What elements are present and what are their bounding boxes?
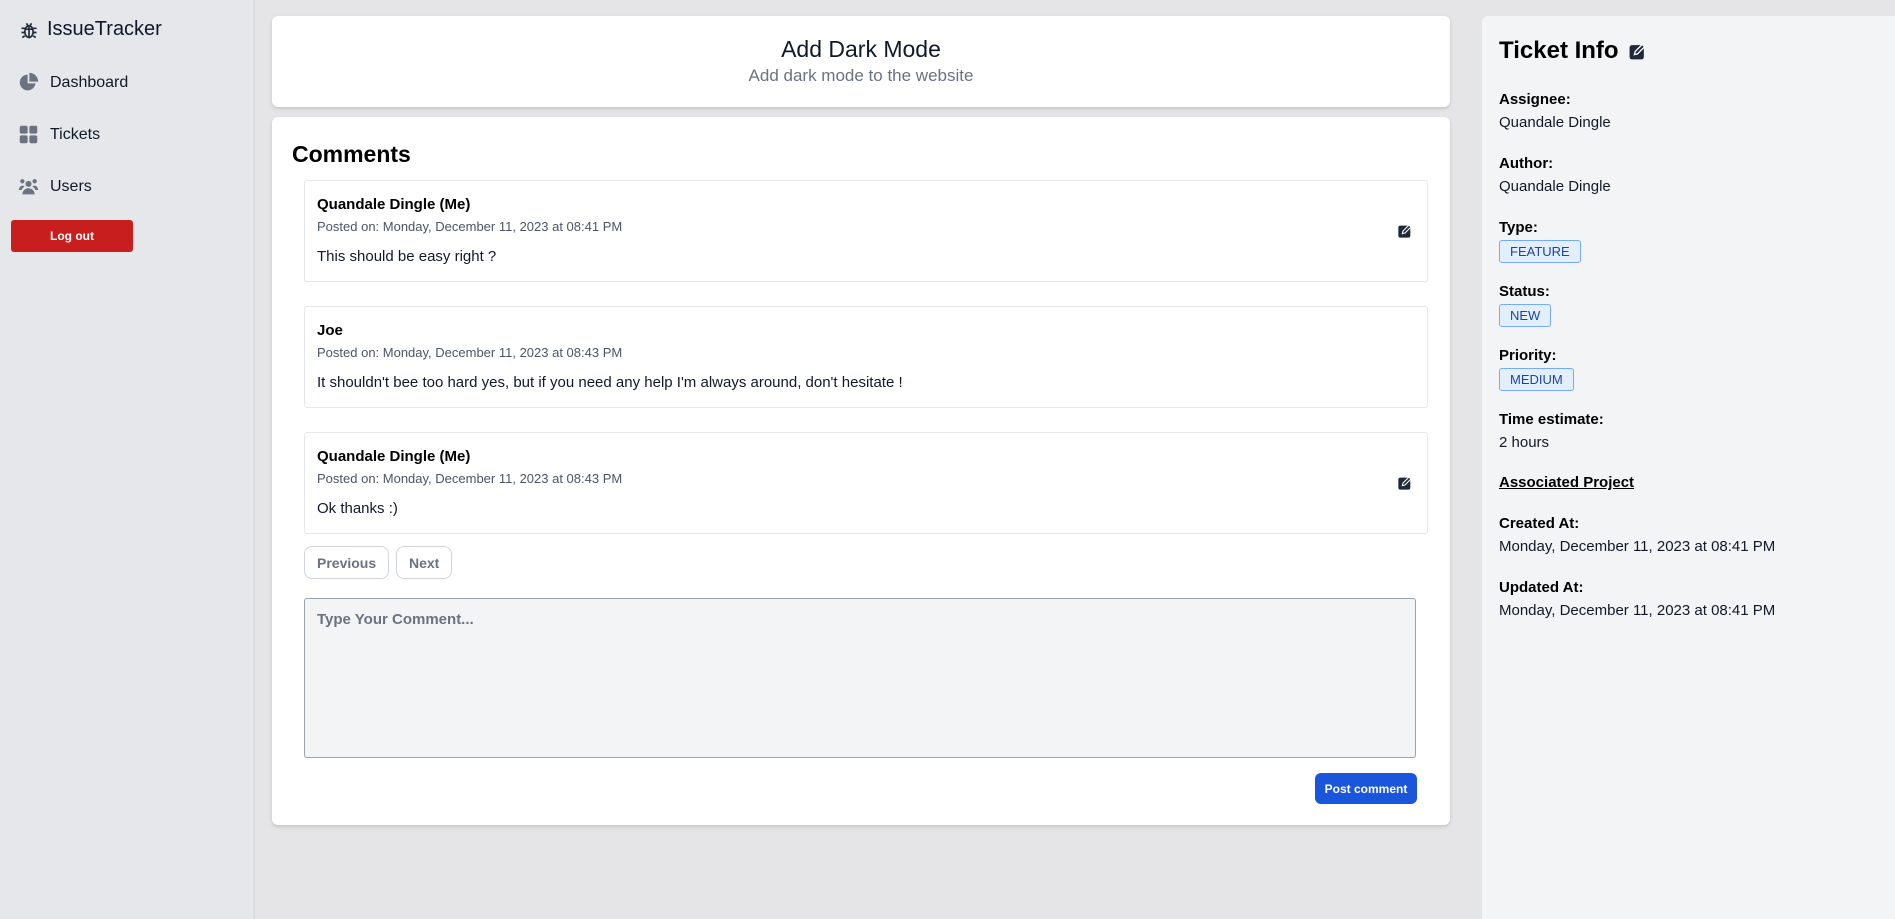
- comment-date: Posted on: Monday, December 11, 2023 at …: [317, 219, 623, 234]
- comments-section: Comments Quandale Dingle (Me) Posted on:…: [272, 117, 1450, 825]
- priority-field: Priority: MEDIUM: [1499, 347, 1574, 391]
- edit-ticket-icon[interactable]: [1628, 42, 1647, 61]
- brand-name: IssueTracker: [47, 18, 162, 40]
- associated-project-link[interactable]: Associated Project: [1499, 474, 1634, 491]
- ticket-header: Add Dark Mode Add dark mode to the websi…: [272, 16, 1450, 107]
- brand[interactable]: IssueTracker: [19, 18, 162, 41]
- next-button[interactable]: Next: [396, 546, 453, 579]
- priority-badge: MEDIUM: [1499, 368, 1574, 391]
- type-badge: FEATURE: [1499, 240, 1581, 263]
- type-field: Type: FEATURE: [1499, 219, 1581, 263]
- comment-body: Ok thanks :): [317, 500, 398, 517]
- comment-item: Quandale Dingle (Me) Posted on: Monday, …: [304, 180, 1428, 282]
- comment-author: Quandale Dingle (Me): [317, 196, 471, 213]
- time-estimate-label: Time estimate:: [1499, 411, 1604, 428]
- author-field: Author: Quandale Dingle: [1499, 155, 1611, 195]
- priority-label: Priority:: [1499, 347, 1557, 364]
- ticket-info-panel: Ticket Info Assignee: Quandale Dingle Au…: [1482, 16, 1895, 919]
- created-at-label: Created At:: [1499, 515, 1580, 532]
- sidebar-item-label: Users: [50, 177, 92, 195]
- ticket-info-title: Ticket Info: [1499, 37, 1619, 64]
- previous-button[interactable]: Previous: [304, 546, 390, 579]
- updated-at-field: Updated At: Monday, December 11, 2023 at…: [1499, 579, 1775, 619]
- sidebar-item-users[interactable]: Users: [18, 176, 92, 197]
- comments-heading: Comments: [292, 141, 411, 167]
- ticket-title: Add Dark Mode: [781, 36, 941, 62]
- type-label: Type:: [1499, 219, 1538, 236]
- ticket-description: Add dark mode to the website: [748, 66, 974, 85]
- edit-icon[interactable]: [1397, 475, 1413, 491]
- comment-author: Joe: [317, 322, 343, 339]
- comment-date: Posted on: Monday, December 11, 2023 at …: [317, 471, 623, 486]
- status-label: Status:: [1499, 283, 1550, 300]
- created-at-field: Created At: Monday, December 11, 2023 at…: [1499, 515, 1775, 555]
- created-at-value: Monday, December 11, 2023 at 08:41 PM: [1499, 538, 1776, 555]
- sidebar-item-label: Tickets: [50, 125, 101, 143]
- assignee-value: Quandale Dingle: [1499, 114, 1611, 131]
- comment-input[interactable]: [304, 598, 1416, 758]
- post-comment-button[interactable]: Post comment: [1315, 773, 1417, 804]
- comment-author: Quandale Dingle (Me): [317, 448, 471, 465]
- time-estimate-value: 2 hours: [1499, 434, 1550, 451]
- edit-icon[interactable]: [1397, 223, 1413, 239]
- sidebar: IssueTracker Dashboard Tickets Users Log…: [0, 0, 255, 919]
- grid-icon: [19, 125, 38, 144]
- sidebar-item-label: Dashboard: [50, 73, 129, 91]
- status-field: Status: NEW: [1499, 283, 1552, 327]
- ticket-info-heading: Ticket Info: [1499, 37, 1647, 65]
- author-value: Quandale Dingle: [1499, 178, 1611, 195]
- assignee-field: Assignee: Quandale Dingle: [1499, 91, 1611, 131]
- status-badge: NEW: [1499, 304, 1552, 327]
- bug-icon: [21, 22, 37, 38]
- updated-at-value: Monday, December 11, 2023 at 08:41 PM: [1499, 602, 1776, 619]
- comment-date: Posted on: Monday, December 11, 2023 at …: [317, 345, 623, 360]
- sidebar-item-tickets[interactable]: Tickets: [18, 124, 100, 145]
- pie-chart-icon: [19, 72, 39, 91]
- comment-body: This should be easy right ?: [317, 248, 497, 265]
- author-label: Author:: [1499, 155, 1554, 172]
- logout-button[interactable]: Log out: [11, 220, 133, 252]
- assignee-label: Assignee:: [1499, 91, 1571, 108]
- comment-item: Quandale Dingle (Me) Posted on: Monday, …: [304, 432, 1428, 534]
- time-estimate-field: Time estimate: 2 hours: [1499, 411, 1604, 451]
- sidebar-item-dashboard[interactable]: Dashboard: [18, 72, 128, 93]
- users-icon: [18, 179, 39, 195]
- updated-at-label: Updated At:: [1499, 579, 1584, 596]
- comment-body: It shouldn't bee too hard yes, but if yo…: [317, 374, 903, 391]
- comment-item: Joe Posted on: Monday, December 11, 2023…: [304, 306, 1428, 408]
